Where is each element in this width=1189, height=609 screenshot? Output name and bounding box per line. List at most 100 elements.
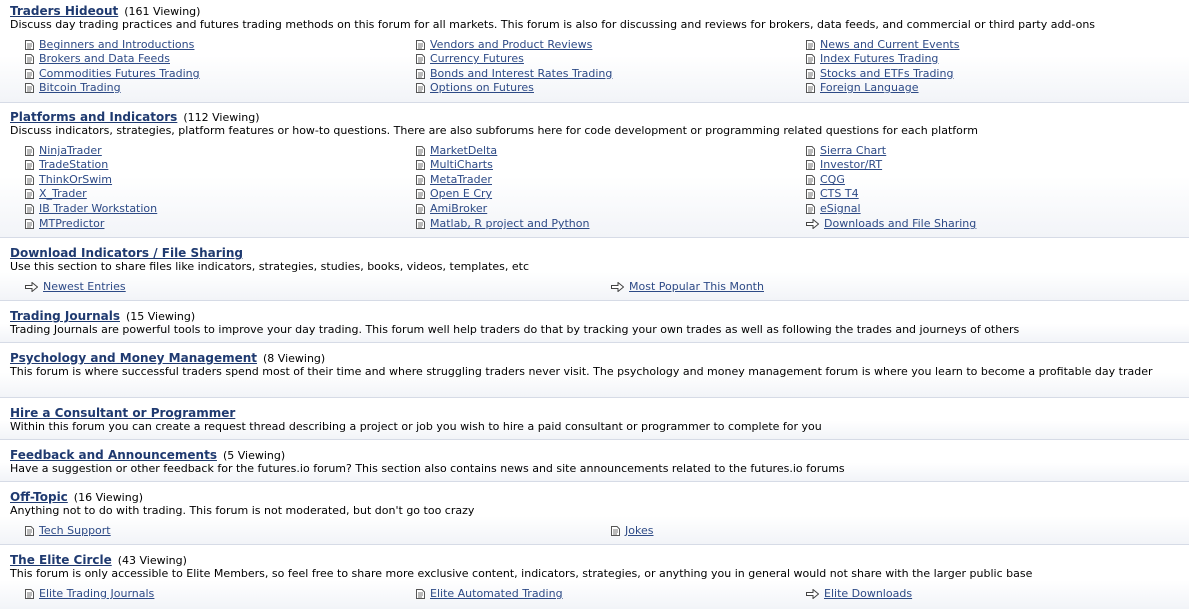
- page-icon: [806, 54, 815, 64]
- page-icon: [611, 526, 620, 536]
- page-icon: [416, 54, 425, 64]
- subforum-link[interactable]: Options on Futures: [416, 81, 534, 95]
- forum-description: This forum is where successful traders s…: [10, 365, 1153, 378]
- forum-title-elite[interactable]: The Elite Circle: [10, 553, 112, 567]
- subforum-link[interactable]: Elite Trading Journals: [25, 587, 154, 601]
- page-icon: [25, 219, 34, 229]
- subforum-link[interactable]: Tech Support: [25, 524, 111, 538]
- page-icon: [25, 175, 34, 185]
- forum-title-hire[interactable]: Hire a Consultant or Programmer: [10, 406, 235, 420]
- forum-row-hire: Hire a Consultant or Programmer Within t…: [0, 398, 1189, 440]
- forum-row-psychology: Psychology and Money Management (8 Viewin…: [0, 343, 1189, 398]
- subforum-link[interactable]: Downloads and File Sharing: [806, 217, 976, 231]
- subforum-link[interactable]: Investor/RT: [806, 158, 882, 172]
- page-icon: [25, 40, 34, 50]
- subforum-link[interactable]: NinjaTrader: [25, 144, 102, 158]
- subforum-link[interactable]: Elite Automated Trading: [416, 587, 563, 601]
- subforum-link[interactable]: ThinkOrSwim: [25, 173, 112, 187]
- subforum-link[interactable]: AmiBroker: [416, 202, 487, 216]
- forum-description: Trading Journals are powerful tools to i…: [10, 323, 1020, 336]
- subforum-link[interactable]: Index Futures Trading: [806, 52, 938, 66]
- subforum-link[interactable]: CQG: [806, 173, 845, 187]
- subforum-link[interactable]: CTS T4: [806, 187, 859, 201]
- subforum-link[interactable]: MarketDelta: [416, 144, 497, 158]
- forum-title-feedback[interactable]: Feedback and Announcements: [10, 448, 217, 462]
- arrow-right-icon: [611, 282, 624, 292]
- forum-description: Discuss indicators, strategies, platform…: [10, 124, 978, 137]
- forum-description: Within this forum you can create a reque…: [10, 420, 822, 433]
- page-icon: [806, 160, 815, 170]
- forum-description: Have a suggestion or other feedback for …: [10, 462, 845, 475]
- forum-title-platforms[interactable]: Platforms and Indicators: [10, 110, 177, 124]
- newest-entries-link[interactable]: Newest Entries: [25, 280, 126, 294]
- page-icon: [806, 189, 815, 199]
- page-icon: [806, 40, 815, 50]
- subforum-link[interactable]: Open E Cry: [416, 187, 492, 201]
- viewing-count: (112 Viewing): [183, 111, 260, 124]
- subforum-link[interactable]: MetaTrader: [416, 173, 492, 187]
- page-icon: [416, 146, 425, 156]
- page-icon: [806, 175, 815, 185]
- subforum-link[interactable]: MultiCharts: [416, 158, 493, 172]
- subforum-link[interactable]: Matlab, R project and Python: [416, 217, 589, 231]
- page-icon: [25, 204, 34, 214]
- subforum-link[interactable]: Beginners and Introductions: [25, 38, 194, 52]
- page-icon: [25, 69, 34, 79]
- arrow-right-icon: [806, 219, 819, 229]
- subforum-link[interactable]: Brokers and Data Feeds: [25, 52, 170, 66]
- subforum-link[interactable]: Jokes: [611, 524, 653, 538]
- subforum-link[interactable]: Currency Futures: [416, 52, 524, 66]
- subforum-link[interactable]: IB Trader Workstation: [25, 202, 157, 216]
- page-icon: [416, 175, 425, 185]
- forum-row-download: Download Indicators / File Sharing Use t…: [0, 238, 1189, 301]
- subforum-link[interactable]: MTPredictor: [25, 217, 104, 231]
- forum-row-journals: Trading Journals (15 Viewing) Trading Jou…: [0, 301, 1189, 343]
- forum-row-feedback: Feedback and Announcements (5 Viewing) Ha…: [0, 440, 1189, 482]
- forum-row-offtopic: Off-Topic (16 Viewing) Anything not to do…: [0, 482, 1189, 545]
- arrow-right-icon: [25, 282, 38, 292]
- page-icon: [416, 189, 425, 199]
- page-icon: [416, 40, 425, 50]
- forum-row-traders-hideout: Traders Hideout (161 Viewing) Discuss day…: [0, 0, 1189, 103]
- page-icon: [416, 219, 425, 229]
- forum-title-journals[interactable]: Trading Journals: [10, 309, 120, 323]
- viewing-count: (5 Viewing): [222, 449, 286, 462]
- viewing-count: (161 Viewing): [124, 5, 201, 18]
- page-icon: [25, 189, 34, 199]
- page-icon: [25, 160, 34, 170]
- subforum-link[interactable]: eSignal: [806, 202, 861, 216]
- page-icon: [806, 83, 815, 93]
- most-popular-link[interactable]: Most Popular This Month: [611, 280, 764, 294]
- page-icon: [416, 589, 425, 599]
- subforum-link[interactable]: X_Trader: [25, 187, 87, 201]
- subforum-link[interactable]: News and Current Events: [806, 38, 959, 52]
- page-icon: [416, 160, 425, 170]
- page-icon: [806, 69, 815, 79]
- subforum-link[interactable]: Commodities Futures Trading: [25, 67, 200, 81]
- subforum-link[interactable]: Bonds and Interest Rates Trading: [416, 67, 612, 81]
- viewing-count: (16 Viewing): [73, 491, 143, 504]
- subforum-link[interactable]: Bitcoin Trading: [25, 81, 121, 95]
- forum-description: Discuss day trading practices and future…: [10, 18, 1096, 31]
- subforum-link[interactable]: Foreign Language: [806, 81, 919, 95]
- subforum-link[interactable]: Elite Downloads: [806, 587, 912, 601]
- forum-description: Anything not to do with trading. This fo…: [10, 504, 475, 517]
- subforum-link[interactable]: Stocks and ETFs Trading: [806, 67, 953, 81]
- forum-row-platforms: Platforms and Indicators (112 Viewing) Di…: [0, 103, 1189, 238]
- viewing-count: (15 Viewing): [125, 310, 196, 323]
- page-icon: [25, 526, 34, 536]
- page-icon: [25, 83, 34, 93]
- forum-row-elite: The Elite Circle (43 Viewing) This forum …: [0, 545, 1189, 609]
- forum-title-traders-hideout[interactable]: Traders Hideout: [10, 4, 118, 18]
- subforum-link[interactable]: TradeStation: [25, 158, 108, 172]
- forum-title-download[interactable]: Download Indicators / File Sharing: [10, 246, 243, 260]
- forum-title-psychology[interactable]: Psychology and Money Management: [10, 351, 257, 365]
- forum-title-offtopic[interactable]: Off-Topic: [10, 490, 68, 504]
- page-icon: [806, 204, 815, 214]
- subforum-link[interactable]: Vendors and Product Reviews: [416, 38, 592, 52]
- page-icon: [25, 54, 34, 64]
- page-icon: [25, 589, 34, 599]
- page-icon: [806, 146, 815, 156]
- subforum-link[interactable]: Sierra Chart: [806, 144, 886, 158]
- page-icon: [416, 69, 425, 79]
